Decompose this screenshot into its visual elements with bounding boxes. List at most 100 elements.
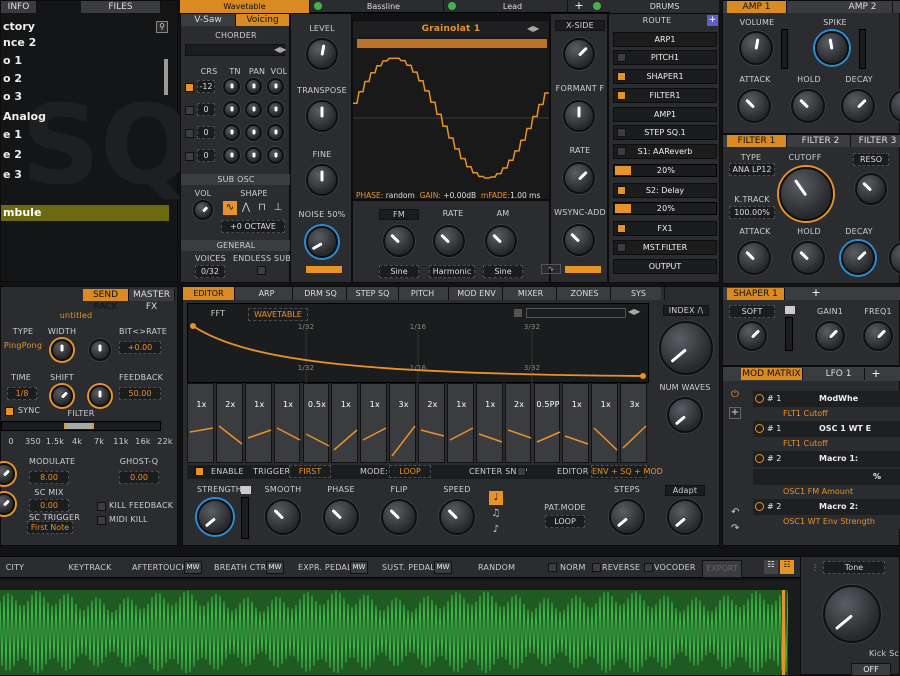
power-icon[interactable] xyxy=(593,2,601,10)
power-icon[interactable] xyxy=(448,2,456,10)
xside-knob[interactable] xyxy=(563,38,595,70)
step-cell[interactable]: 3x xyxy=(389,383,416,463)
wave-small-icon[interactable]: ∿ xyxy=(541,264,561,274)
route-item-s2-delay[interactable]: S2: Delay xyxy=(613,183,717,198)
add-shaper-icon[interactable]: + xyxy=(809,287,823,300)
step-shape[interactable] xyxy=(246,420,273,464)
tab-send-rack[interactable]: SEND RACK xyxy=(83,289,129,312)
tone-field[interactable]: Tone xyxy=(823,561,885,574)
filter-hold-knob[interactable] xyxy=(791,241,825,275)
wave-position-bar[interactable] xyxy=(357,39,547,48)
chord-knob[interactable] xyxy=(267,78,284,95)
redo-icon[interactable]: ↷ xyxy=(731,523,739,534)
note-quarter-icon[interactable]: ♩ xyxy=(489,491,503,505)
tab-editor-step-sq[interactable]: STEP SQ xyxy=(347,287,399,300)
step-cell[interactable]: 1x xyxy=(244,383,273,464)
scmix-field[interactable]: 0.00 xyxy=(29,499,69,512)
tab-editor-drm-sq[interactable]: DRM SQ xyxy=(295,287,347,300)
rate-knob[interactable] xyxy=(433,225,465,257)
cutoff-knob[interactable] xyxy=(779,167,833,221)
noise-knob[interactable] xyxy=(306,226,338,258)
fine-knob[interactable] xyxy=(306,164,338,196)
sync-checkbox[interactable] xyxy=(5,407,14,416)
tab-files[interactable]: FILES xyxy=(81,1,161,13)
spike-knob[interactable] xyxy=(815,31,849,65)
index-knob[interactable] xyxy=(659,321,713,375)
filter-decay-knob[interactable] xyxy=(841,241,875,275)
time-field[interactable]: 1/8 xyxy=(7,387,37,400)
preset-item[interactable]: mbule xyxy=(1,205,169,221)
undo-icon[interactable]: ↶ xyxy=(731,507,739,518)
mod-source[interactable]: FLT1 Cutoff xyxy=(753,407,900,421)
off-button[interactable]: OFF xyxy=(851,663,891,676)
feedback-knob[interactable] xyxy=(89,385,111,407)
midi-kill-checkbox[interactable] xyxy=(97,516,106,525)
vocoder-checkbox[interactable] xyxy=(644,563,653,572)
chord-voice-checkbox[interactable] xyxy=(185,83,194,92)
tone-knob[interactable] xyxy=(823,585,881,643)
tab-voicing[interactable]: Voicing xyxy=(236,14,290,26)
tab-editor-arp[interactable]: ARP xyxy=(241,287,293,300)
route-item-shaper1[interactable]: SHAPER1 xyxy=(613,69,717,84)
mod-source[interactable]: OSC1 FM Amount xyxy=(753,485,900,499)
flip-knob[interactable] xyxy=(381,499,417,535)
tab-master-fx[interactable]: MASTER FX xyxy=(129,289,175,312)
square-shape-button[interactable]: ⊓ xyxy=(255,201,269,215)
gain1-knob[interactable] xyxy=(815,321,845,351)
chord-knob[interactable] xyxy=(267,147,284,164)
step-shape[interactable] xyxy=(390,420,417,464)
step-shape[interactable] xyxy=(592,420,619,464)
phase-value[interactable]: random xyxy=(386,191,415,200)
route-enable-checkbox[interactable] xyxy=(617,72,626,81)
level-knob[interactable] xyxy=(306,38,338,70)
route-item-filter1[interactable]: FILTER1 xyxy=(613,88,717,103)
tab-editor-mod-env[interactable]: MOD ENV xyxy=(451,287,503,300)
tone-grip-icon[interactable]: ⋮ xyxy=(811,563,819,572)
tab-wavetable[interactable]: Wavetable xyxy=(180,0,310,13)
patmode-field[interactable]: LOOP xyxy=(545,515,585,528)
mw-button[interactable]: MW xyxy=(434,561,452,574)
preset-item[interactable]: o 1 xyxy=(1,53,151,69)
mod-row[interactable]: # 2 Macro 2: xyxy=(753,499,900,515)
reverse-checkbox[interactable] xyxy=(592,563,601,572)
feedback-field[interactable]: 50.00 xyxy=(119,387,161,400)
step-shape[interactable] xyxy=(188,420,215,464)
chord-knob[interactable] xyxy=(223,101,240,118)
noise-bar[interactable] xyxy=(306,266,342,273)
norm-checkbox[interactable] xyxy=(548,563,557,572)
adapt-knob[interactable] xyxy=(667,499,703,535)
chord-voice-checkbox[interactable] xyxy=(185,152,194,161)
step-shape[interactable] xyxy=(535,420,562,464)
tab-lfo1[interactable]: LFO 1 xyxy=(813,368,865,380)
xrate-knob[interactable] xyxy=(563,162,595,194)
amp-hold-knob[interactable] xyxy=(791,89,825,123)
preset-item[interactable]: Analog xyxy=(1,109,151,125)
mode-field[interactable]: LOOP xyxy=(389,465,431,478)
tab-lead[interactable]: Lead xyxy=(458,0,568,13)
step-shape[interactable] xyxy=(217,420,244,464)
shaper-midi-icon[interactable] xyxy=(785,306,795,314)
phase-knob[interactable] xyxy=(323,499,359,535)
step-cell[interactable]: 1x xyxy=(475,383,503,463)
step-shape[interactable] xyxy=(419,420,446,464)
route-enable-checkbox[interactable] xyxy=(617,128,626,137)
chord-crs-field[interactable]: 0 xyxy=(197,103,215,116)
mw-button[interactable]: MW xyxy=(266,561,284,574)
step-shape[interactable] xyxy=(332,420,359,464)
tab-filter3[interactable]: FILTER 3 xyxy=(855,135,900,147)
step-shape[interactable] xyxy=(275,420,302,464)
tab-info[interactable]: INFO xyxy=(1,1,37,13)
chord-crs-field[interactable]: -12 xyxy=(197,80,215,93)
preset-item[interactable]: e 3 xyxy=(1,167,151,183)
rate-mode[interactable]: Harmonic xyxy=(429,265,475,278)
step-cell[interactable]: 0.5PP xyxy=(533,383,562,464)
step-shape[interactable] xyxy=(563,420,590,464)
scmix-knob[interactable] xyxy=(0,493,15,515)
amp-decay-knob[interactable] xyxy=(841,89,875,123)
mod-destination[interactable]: Macro 2: xyxy=(819,499,858,515)
gain-value[interactable]: +0.00dB xyxy=(443,191,476,200)
am-mode[interactable]: Sine xyxy=(483,265,523,278)
tab-bassline[interactable]: Bassline xyxy=(324,0,444,13)
ktrack-field[interactable]: 100.00% xyxy=(729,206,775,219)
amp-attack-knob[interactable] xyxy=(737,89,771,123)
